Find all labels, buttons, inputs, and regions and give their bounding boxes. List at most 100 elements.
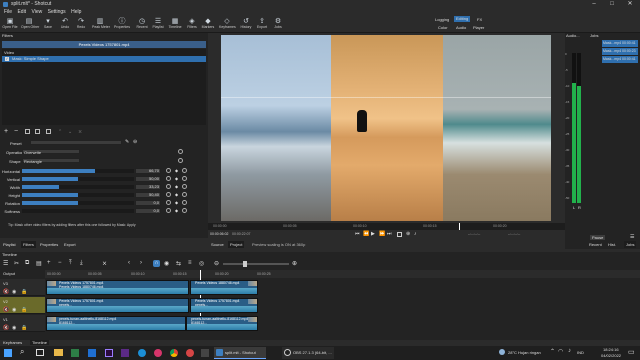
save-button[interactable]: ▾ Save	[40, 18, 56, 32]
skip-start-icon[interactable]: ⏮	[355, 231, 360, 237]
paste-icon[interactable]: ▤	[36, 260, 42, 267]
tab-keyframes[interactable]: Keyframes	[3, 340, 22, 345]
param-spinbox[interactable]: 33,23	[135, 184, 161, 190]
move-up-button[interactable]: ⌃	[58, 129, 62, 135]
chrome-icon[interactable]	[170, 349, 178, 357]
app-icon[interactable]	[71, 349, 79, 357]
snap-icon[interactable]: ∩	[153, 260, 160, 267]
param-slider[interactable]	[22, 201, 134, 205]
add-filter-button[interactable]: +	[4, 128, 8, 135]
preset-dropdown[interactable]	[30, 140, 122, 145]
rewind-icon[interactable]: ⏪	[363, 231, 369, 237]
keyframe-toggle-icon[interactable]: ◆	[175, 168, 178, 174]
remove-filter-button[interactable]: −	[14, 128, 18, 135]
markers-button[interactable]: ◆ Markers	[200, 18, 216, 32]
reset-param-icon[interactable]	[166, 208, 171, 213]
keyframe-toggle-icon[interactable]: ◆	[175, 200, 178, 206]
tab-jobs[interactable]: Jobs	[624, 241, 637, 248]
param-slider[interactable]	[22, 209, 134, 213]
save-preset-button[interactable]	[46, 129, 51, 134]
clock-icon[interactable]	[182, 192, 187, 197]
reset-shape-icon[interactable]	[178, 158, 183, 163]
param-slider[interactable]	[22, 185, 134, 189]
clock-icon[interactable]	[182, 176, 187, 181]
tab-source[interactable]: Source	[211, 242, 224, 247]
timeline-clip[interactable]: Pexels Videos 1757801.mp4 pexels...	[190, 298, 258, 313]
recent-button[interactable]: ◷ Recent	[134, 18, 150, 32]
delete-preset-icon[interactable]: ⊖	[133, 139, 137, 145]
filters-button[interactable]: ◈ Filters	[184, 18, 200, 32]
param-slider[interactable]	[22, 169, 134, 173]
timeline-ruler[interactable]: 00:00:00 00:00:05 00:00:10 00:00:15 00:0…	[45, 270, 640, 278]
peak-meter-button[interactable]: ▥ Peak Meter	[92, 18, 110, 32]
menu-file[interactable]: File	[4, 9, 12, 16]
notifications-icon[interactable]: ▭	[628, 348, 635, 356]
prev-marker-icon[interactable]: ‹	[128, 260, 130, 266]
copy-icon[interactable]: ⧉	[25, 260, 29, 267]
skip-end-icon[interactable]: ⏭	[387, 231, 392, 237]
param-spinbox[interactable]: 0,0	[135, 208, 161, 214]
operation-dropdown[interactable]: Overwrite	[22, 149, 80, 155]
file-explorer-icon[interactable]	[54, 349, 63, 356]
tab-recent[interactable]: Recent	[589, 242, 602, 247]
param-spinbox[interactable]: 66,70	[135, 168, 161, 174]
overwrite-icon[interactable]: ⤓	[80, 260, 83, 267]
deselect-button[interactable]: ⨯	[78, 129, 82, 135]
reset-param-icon[interactable]	[166, 184, 171, 189]
timeline-clip[interactable]: Pexels Videos 1757801.mp4 Pexels Videos …	[46, 280, 189, 295]
param-spinbox[interactable]: 0,0	[135, 200, 161, 206]
in-point[interactable]: --:--:--:--	[468, 232, 480, 236]
copy-filter-button[interactable]	[25, 129, 30, 134]
taskbar-active-window[interactable]: split.mlt - Shotcut	[214, 347, 266, 359]
scrub-icon[interactable]: ◉	[164, 260, 169, 267]
timeline-clip[interactable]: pexels-tunan-aaltinellu-8168112.mp4 8168…	[46, 316, 186, 331]
reset-param-icon[interactable]	[166, 176, 171, 181]
track-header-v1[interactable]: V1 🔇 ◉ 🔒	[0, 315, 45, 332]
search-icon[interactable]: ⌕	[20, 347, 24, 357]
move-down-button[interactable]: ⌄	[68, 129, 72, 135]
next-marker-icon[interactable]: ›	[140, 260, 142, 266]
tab-export[interactable]: Export	[64, 242, 76, 247]
shape-dropdown[interactable]: Rectangle	[22, 158, 80, 164]
edge-icon[interactable]	[138, 349, 146, 357]
reset-param-icon[interactable]	[166, 200, 171, 205]
properties-button[interactable]: ⓘ Properties	[114, 18, 130, 32]
app-icon[interactable]	[121, 349, 129, 357]
current-timecode[interactable]: 00:00:06:02	[210, 232, 229, 236]
zoom-out-icon[interactable]: ⊖	[214, 260, 219, 267]
tab-timeline[interactable]: Timeline	[30, 340, 49, 345]
scrub-bar[interactable]: 00:00:00 00:00:05 00:00:10 00:00:15 00:0…	[208, 223, 565, 230]
checkbox-checked-icon[interactable]: ✓	[5, 57, 9, 61]
keyframes-button[interactable]: ◇ Keyframes	[219, 18, 236, 32]
filter-item-mask-simple-shape[interactable]: ✓ Mask: Simple Shape	[2, 56, 206, 62]
hide-icon[interactable]: ◉	[12, 307, 16, 313]
append-icon[interactable]: +	[47, 260, 51, 266]
lift-icon[interactable]: ⤒	[69, 260, 72, 267]
open-other-button[interactable]: ▤ Open Other	[21, 18, 39, 32]
menu-edit[interactable]: Edit	[17, 9, 26, 16]
layout-fx[interactable]: FX	[477, 17, 482, 22]
ripple-icon[interactable]: ⇆	[176, 260, 181, 267]
job-item[interactable]: Mask...mp4 00:00:41	[602, 56, 638, 63]
language-indicator[interactable]: IND	[577, 350, 584, 355]
close-button[interactable]: ✕	[622, 0, 638, 9]
taskbar-secondary-window[interactable]: OBS 27.1.3 (64-bit, ...	[282, 347, 334, 359]
task-view-icon[interactable]	[36, 349, 44, 356]
keyframe-toggle-icon[interactable]: ◆	[175, 192, 178, 198]
history-button[interactable]: ↺ History	[238, 18, 254, 32]
maximize-button[interactable]: □	[604, 0, 620, 9]
mute-icon[interactable]: 🔇	[3, 325, 9, 331]
app-icon[interactable]	[186, 349, 194, 357]
ripple-all-icon[interactable]: ≡	[188, 260, 192, 266]
clock-date[interactable]: 04/02/2022	[601, 353, 621, 358]
premiere-icon[interactable]	[105, 349, 113, 357]
hide-icon[interactable]: ◉	[12, 325, 16, 331]
clock-icon[interactable]	[182, 200, 187, 205]
tab-project[interactable]: Project	[228, 241, 245, 248]
layout-color[interactable]: Color	[438, 25, 448, 30]
jobs-menu-icon[interactable]: ☰	[630, 234, 634, 240]
pause-jobs-button[interactable]: Pause	[590, 235, 606, 240]
clock-icon[interactable]	[182, 208, 187, 213]
timeline-clip[interactable]: pexels-tunan-aaltinellu-8168112.mp4 8168…	[186, 316, 258, 331]
tab-playlist[interactable]: Playlist	[3, 242, 16, 247]
